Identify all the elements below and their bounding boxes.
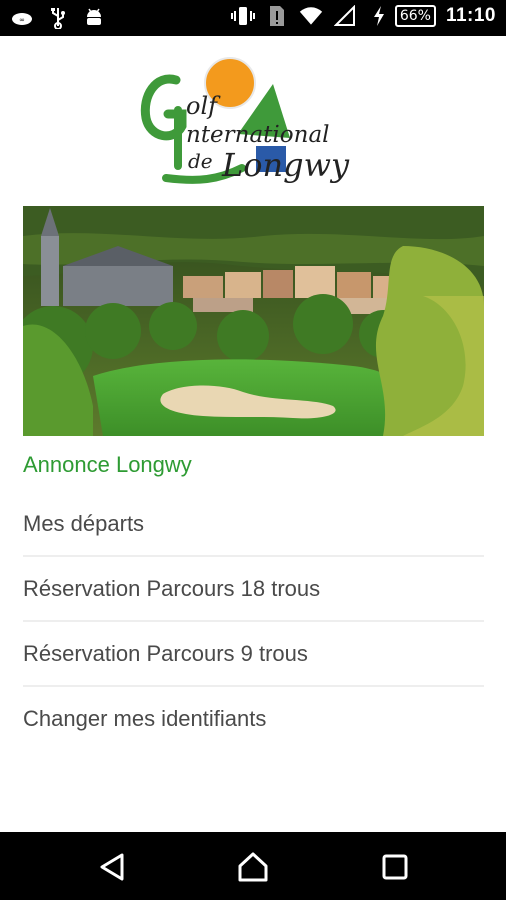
menu-item-label: Réservation Parcours 18 trous: [23, 575, 321, 601]
android-icon: [82, 6, 106, 30]
logo-line2: nternational: [186, 122, 330, 148]
menu-item-mes-departs[interactable]: Mes départs: [23, 492, 484, 557]
vibrate-icon: [230, 4, 255, 28]
golf-logo: olf nternational de Longwy: [138, 56, 370, 190]
logo-line3: Longwy: [221, 146, 350, 184]
menu-item-reservation-9-trous[interactable]: Réservation Parcours 9 trous: [23, 622, 484, 687]
menu-item-label: Changer mes identifiants: [23, 705, 267, 731]
signal-icon: [333, 4, 357, 28]
status-bar: ∞ 66% 11:10: [0, 0, 506, 36]
golf-course-photo: [23, 206, 484, 436]
logo-line3-small: de: [188, 149, 213, 173]
logo-line1: olf: [186, 92, 221, 120]
menu-item-changer-identifiants[interactable]: Changer mes identifiants: [23, 687, 484, 750]
main-menu: Mes départs Réservation Parcours 18 trou…: [23, 492, 484, 750]
menu-item-label: Réservation Parcours 9 trous: [23, 640, 308, 666]
sim-alert-icon: [265, 4, 289, 28]
annonce-longwy-link[interactable]: Annonce Longwy: [23, 452, 192, 478]
wifi-icon: [299, 4, 323, 28]
recents-icon[interactable]: [378, 850, 412, 884]
navigation-bar: [0, 832, 506, 900]
usb-icon: [46, 6, 70, 30]
back-icon[interactable]: [96, 850, 130, 884]
menu-item-label: Mes départs: [23, 510, 145, 536]
cloud-sync-icon: ∞: [10, 6, 34, 30]
svg-text:∞: ∞: [19, 16, 25, 24]
menu-item-reservation-18-trous[interactable]: Réservation Parcours 18 trous: [23, 557, 484, 622]
clock: 11:10: [445, 5, 496, 26]
battery-level: 66%: [394, 5, 436, 27]
home-icon[interactable]: [236, 850, 270, 884]
charging-icon: [367, 4, 391, 28]
